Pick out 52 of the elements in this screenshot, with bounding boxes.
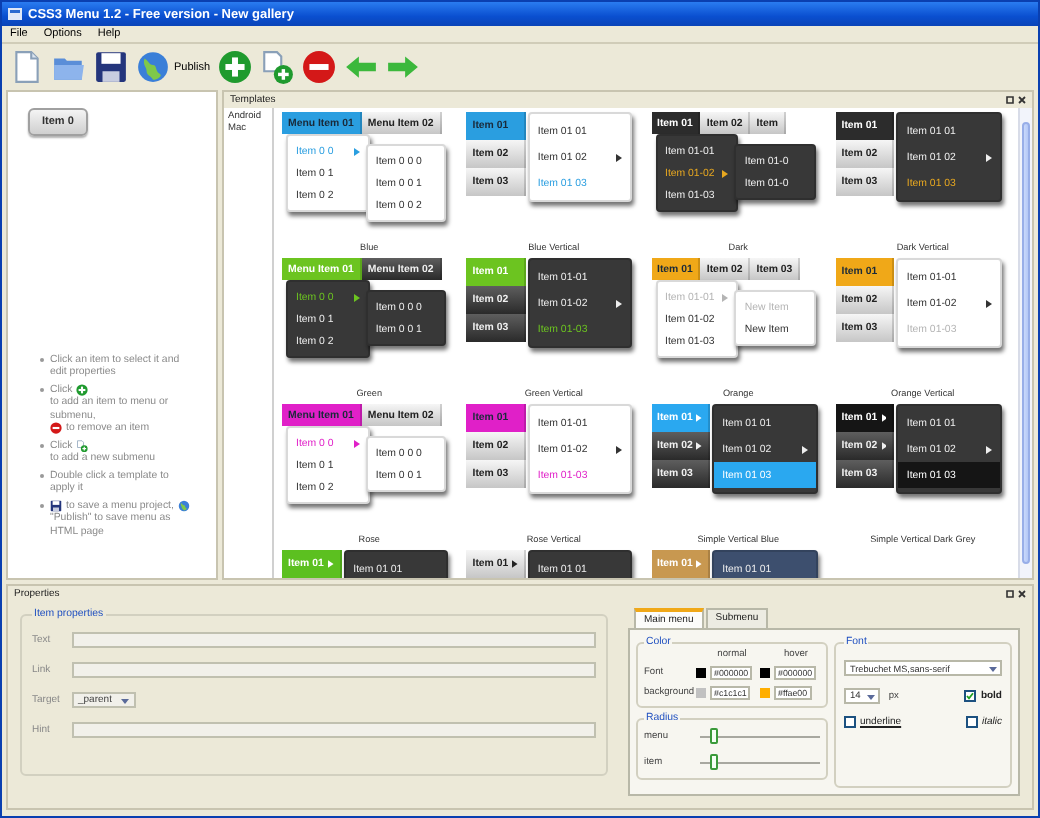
color-swatch[interactable]: [696, 688, 706, 698]
chevron-icon: [696, 560, 703, 568]
checkbox[interactable]: [844, 716, 856, 728]
caret-icon: [866, 691, 877, 701]
globe-icon: [177, 499, 190, 512]
close-icon[interactable]: [1018, 590, 1026, 598]
chevron-icon: [985, 153, 992, 161]
pin-icon[interactable]: [1006, 590, 1014, 598]
app-icon: [8, 8, 22, 20]
chevron-icon: [696, 414, 703, 422]
chevron-icon: [722, 293, 729, 301]
color-swatch[interactable]: [760, 668, 770, 678]
globe-icon: [136, 50, 170, 84]
plus-icon: [218, 50, 253, 84]
text-field[interactable]: [72, 662, 596, 678]
chevron-icon: [616, 153, 623, 161]
chevron-icon: [696, 442, 703, 450]
plus-icon: [76, 383, 89, 396]
chevron-icon: [881, 414, 887, 422]
chevron-icon: [512, 560, 518, 568]
minus-icon: [50, 422, 62, 435]
chevron-icon: [616, 299, 623, 307]
chevron-icon: [985, 299, 992, 307]
color-swatch[interactable]: [760, 688, 770, 698]
checkbox[interactable]: [965, 716, 978, 728]
minus-icon: [302, 50, 337, 84]
caret-icon: [988, 663, 998, 673]
toolbar-button[interactable]: [302, 49, 337, 85]
chevron-icon: [353, 439, 360, 447]
chevron-icon: [722, 169, 729, 177]
chevron-icon: [801, 445, 807, 453]
close-icon[interactable]: [1018, 96, 1026, 104]
checkbox[interactable]: [964, 690, 977, 702]
chevron-icon: [881, 442, 887, 450]
text-field[interactable]: [72, 632, 596, 648]
check-icon: [966, 692, 975, 700]
slider-thumb[interactable]: [710, 753, 719, 769]
text-field[interactable]: [72, 722, 596, 738]
chevron-icon: [327, 560, 334, 568]
color-swatch[interactable]: [696, 668, 706, 678]
pin-icon[interactable]: [1006, 96, 1014, 104]
slider-thumb[interactable]: [710, 727, 719, 743]
chevron-icon: [353, 147, 360, 155]
document-plus-icon: [260, 50, 295, 84]
caret-icon: [119, 695, 130, 705]
scrollbar[interactable]: [1018, 108, 1032, 578]
chevron-icon: [353, 293, 360, 301]
document-icon: [10, 50, 44, 84]
toolbar-button[interactable]: [94, 49, 128, 85]
chevron-icon: [985, 445, 992, 453]
chevron-icon: [616, 445, 623, 453]
document-plus-icon: [76, 439, 89, 452]
